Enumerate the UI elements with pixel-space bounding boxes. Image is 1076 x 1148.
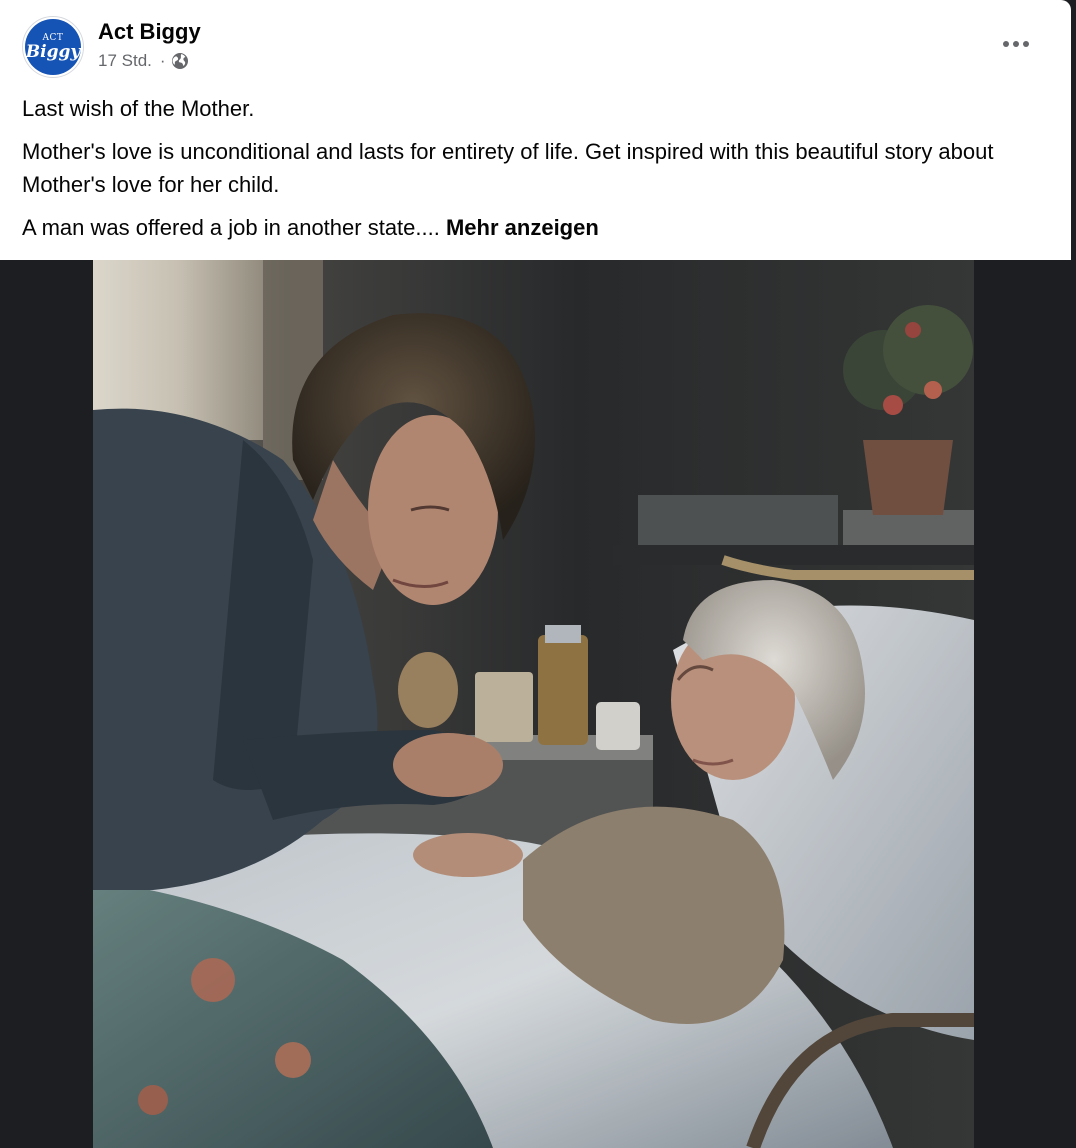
post-photo[interactable] [93, 260, 974, 1148]
page-avatar[interactable]: ACT Biggy [22, 16, 84, 78]
globe-icon [171, 52, 189, 70]
post-card: ACT Biggy Act Biggy 17 Std. · Last wish … [0, 0, 1071, 1148]
post-media [0, 260, 1071, 1148]
post-text-line-3: A man was offered a job in another state… [22, 211, 1042, 244]
post-timestamp[interactable]: 17 Std. [98, 50, 152, 72]
meta-separator: · [159, 51, 166, 70]
painting-image [93, 260, 974, 1148]
post-text-line-2: Mother's love is unconditional and lasts… [22, 139, 994, 197]
post-header: ACT Biggy Act Biggy 17 Std. · [0, 0, 1071, 88]
post-text: Last wish of the Mother. Mother's love i… [22, 92, 1042, 254]
post-meta: 17 Std. · [98, 50, 189, 72]
see-more-link[interactable]: Mehr anzeigen [446, 215, 599, 240]
post-text-line-1: Last wish of the Mother. [22, 96, 255, 121]
page-logo: ACT Biggy [25, 19, 81, 75]
more-options-button[interactable] [996, 28, 1036, 60]
page-name-link[interactable]: Act Biggy [98, 18, 201, 46]
more-horizontal-icon [1003, 41, 1029, 47]
logo-main-text: Biggy [25, 42, 81, 62]
post-text-excerpt: A man was offered a job in another state… [22, 215, 440, 240]
